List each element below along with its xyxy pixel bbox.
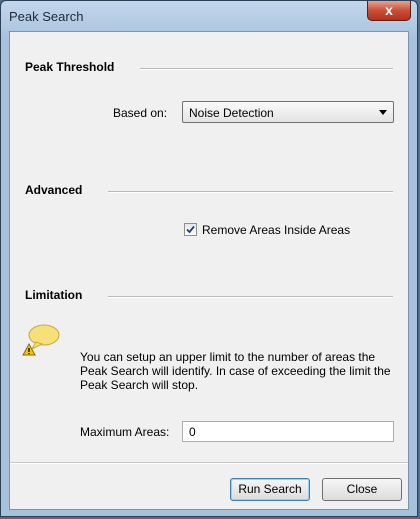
- based-on-dropdown[interactable]: Noise Detection: [182, 101, 394, 123]
- checkmark-icon: [186, 225, 195, 234]
- remove-areas-label[interactable]: Remove Areas Inside Areas: [202, 223, 350, 237]
- advanced-heading: Advanced: [25, 183, 83, 197]
- close-icon: x: [385, 2, 393, 18]
- title-bar[interactable]: Peak Search x: [1, 1, 417, 31]
- limitation-heading: Limitation: [25, 288, 83, 302]
- run-search-button[interactable]: Run Search: [230, 478, 310, 501]
- advanced-separator: [108, 191, 393, 193]
- max-areas-input[interactable]: [183, 422, 393, 441]
- max-areas-field-wrapper: [182, 421, 394, 442]
- close-button[interactable]: Close: [322, 478, 402, 501]
- based-on-label: Based on:: [113, 106, 168, 120]
- peak-search-dialog: Peak Search x Peak Threshold Based on: N…: [0, 0, 418, 517]
- footer-divider: [10, 462, 408, 464]
- limitation-info-text: You can setup an upper limit to the numb…: [80, 350, 391, 392]
- peak-threshold-heading: Peak Threshold: [25, 60, 115, 74]
- based-on-value: Noise Detection: [189, 106, 274, 120]
- remove-areas-checkbox[interactable]: [184, 223, 197, 236]
- chevron-down-icon: [379, 110, 387, 115]
- dialog-body: Peak Threshold Based on: Noise Detection…: [9, 31, 409, 510]
- limitation-separator: [108, 296, 393, 298]
- close-window-button[interactable]: x: [367, 1, 411, 21]
- warning-note-icon: [22, 324, 60, 356]
- max-areas-label: Maximum Areas:: [80, 425, 170, 439]
- peak-threshold-separator: [140, 68, 393, 70]
- window-title: Peak Search: [9, 9, 84, 24]
